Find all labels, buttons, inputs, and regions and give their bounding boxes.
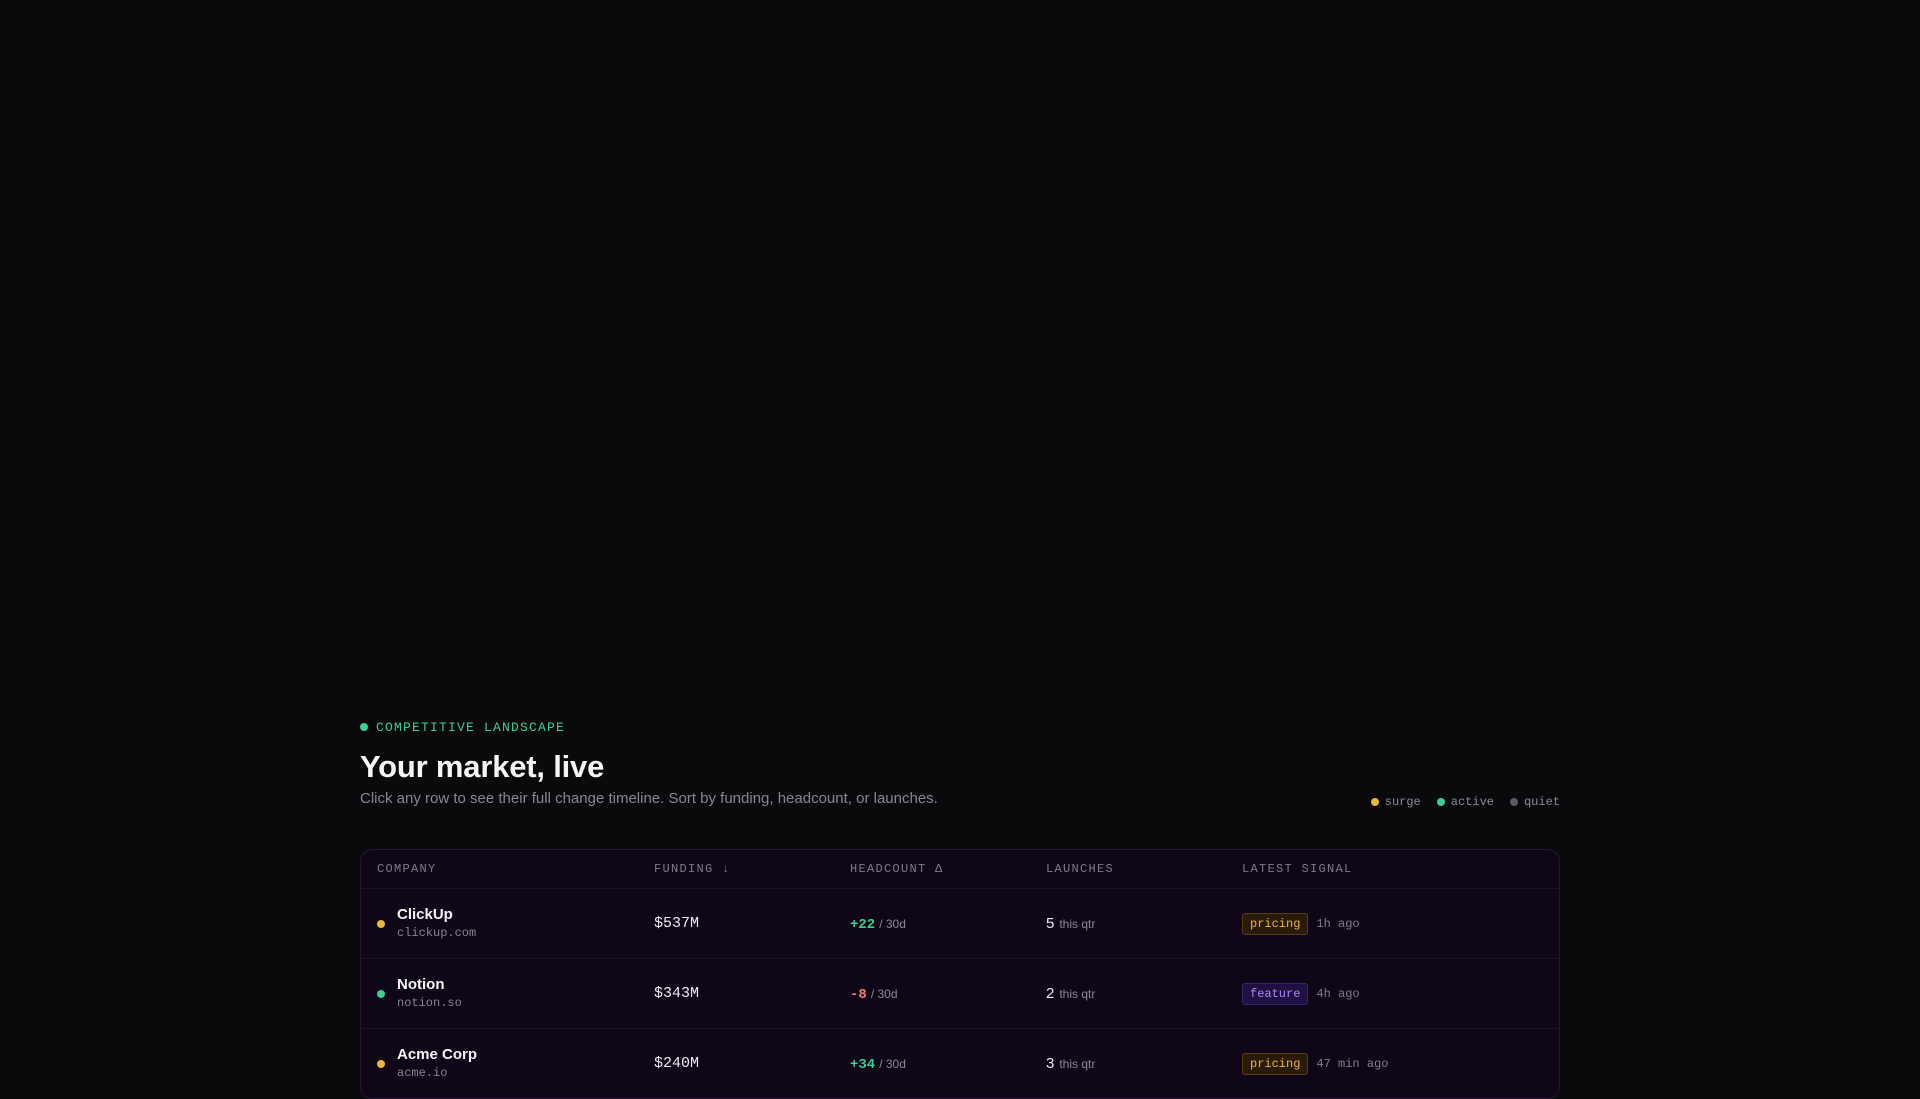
table-header: COMPANY FUNDING ↓ HEADCOUNT Δ LAUNCHES L…	[361, 850, 1559, 889]
legend-label: surge	[1384, 795, 1421, 809]
signal-tag: pricing	[1242, 1052, 1309, 1075]
competitive-landscape-section: COMPETITIVE LANDSCAPE Your market, live …	[360, 718, 1560, 1099]
launches-cell: 3 this qtr	[1046, 1055, 1242, 1073]
launches-count: 5	[1046, 914, 1055, 932]
funding-value: $343M	[654, 985, 700, 1002]
launches-cell: 5 this qtr	[1046, 915, 1242, 933]
table-row[interactable]: ClickUp clickup.com $537M +22/ 30d 5 this…	[361, 889, 1559, 959]
live-indicator-dot	[360, 723, 368, 731]
company-domain: clickup.com	[397, 926, 477, 940]
company-name: ClickUp	[397, 906, 453, 923]
legend-label: quiet	[1523, 795, 1560, 809]
status-dot	[377, 1059, 385, 1068]
signal-time: 47 min ago	[1316, 1056, 1389, 1071]
legend-item-active: active	[1436, 795, 1494, 809]
section-eyebrow: COMPETITIVE LANDSCAPE	[360, 718, 1560, 736]
latest-signal-cell: pricing 1h ago	[1242, 912, 1559, 935]
eyebrow-label: COMPETITIVE LANDSCAPE	[376, 719, 566, 735]
launches-unit: this qtr	[1059, 986, 1096, 1001]
subtitle-row: Click any row to see their full change t…	[360, 789, 1560, 811]
status-dot	[377, 919, 385, 928]
launches-cell: 2 this qtr	[1046, 985, 1242, 1003]
legend-dot-active	[1436, 798, 1445, 806]
headcount-period: / 30d	[879, 1056, 906, 1071]
column-header-company[interactable]: COMPANY	[361, 862, 654, 876]
launches-count: 3	[1046, 1054, 1055, 1072]
signal-tag: pricing	[1242, 912, 1309, 935]
status-legend: surge active quiet	[1370, 795, 1560, 809]
column-header-latest-signal: LATEST SIGNAL	[1242, 862, 1353, 876]
headcount-delta: -8	[850, 986, 867, 1003]
launches-unit: this qtr	[1059, 916, 1096, 931]
legend-label: active	[1450, 795, 1494, 809]
headcount-period: / 30d	[870, 986, 898, 1001]
launches-unit: this qtr	[1059, 1056, 1096, 1071]
signal-tag: feature	[1242, 982, 1309, 1005]
headcount-cell: -8/ 30d	[850, 985, 1046, 1003]
legend-dot-surge	[1370, 798, 1379, 806]
signal-time: 1h ago	[1316, 916, 1360, 931]
column-header-funding[interactable]: FUNDING ↓	[654, 862, 850, 876]
headcount-cell: +34/ 30d	[850, 1055, 1046, 1073]
legend-item-surge: surge	[1370, 795, 1421, 809]
headcount-cell: +22/ 30d	[850, 915, 1046, 933]
headcount-delta: +22	[850, 916, 876, 933]
table-row[interactable]: Notion notion.so $343M -8/ 30d 2 this qtr…	[361, 959, 1559, 1029]
signal-time: 4h ago	[1316, 986, 1360, 1001]
status-dot	[377, 989, 385, 998]
headcount-period: / 30d	[879, 916, 906, 931]
headcount-delta: +34	[850, 1056, 876, 1073]
company-cell: Acme Corp acme.io	[361, 1046, 654, 1081]
company-domain: acme.io	[397, 1066, 448, 1080]
launches-count: 2	[1046, 984, 1055, 1002]
legend-item-quiet: quiet	[1509, 795, 1560, 809]
latest-signal-cell: pricing 47 min ago	[1242, 1052, 1559, 1075]
company-cell: ClickUp clickup.com	[361, 906, 654, 941]
column-header-headcount[interactable]: HEADCOUNT Δ	[850, 862, 1046, 876]
funding-value: $240M	[654, 1055, 700, 1072]
company-cell: Notion notion.so	[361, 976, 654, 1011]
page-title: Your market, live	[360, 749, 605, 784]
column-header-launches[interactable]: LAUNCHES	[1046, 862, 1242, 876]
competitors-table: COMPANY FUNDING ↓ HEADCOUNT Δ LAUNCHES L…	[360, 849, 1560, 1099]
funding-value: $537M	[654, 915, 700, 932]
company-domain: notion.so	[397, 996, 462, 1010]
company-name: Acme Corp	[397, 1046, 478, 1063]
table-row[interactable]: Acme Corp acme.io $240M +34/ 30d 3 this q…	[361, 1029, 1559, 1098]
legend-dot-quiet	[1509, 798, 1518, 806]
company-name: Notion	[397, 976, 445, 993]
latest-signal-cell: feature 4h ago	[1242, 982, 1559, 1005]
